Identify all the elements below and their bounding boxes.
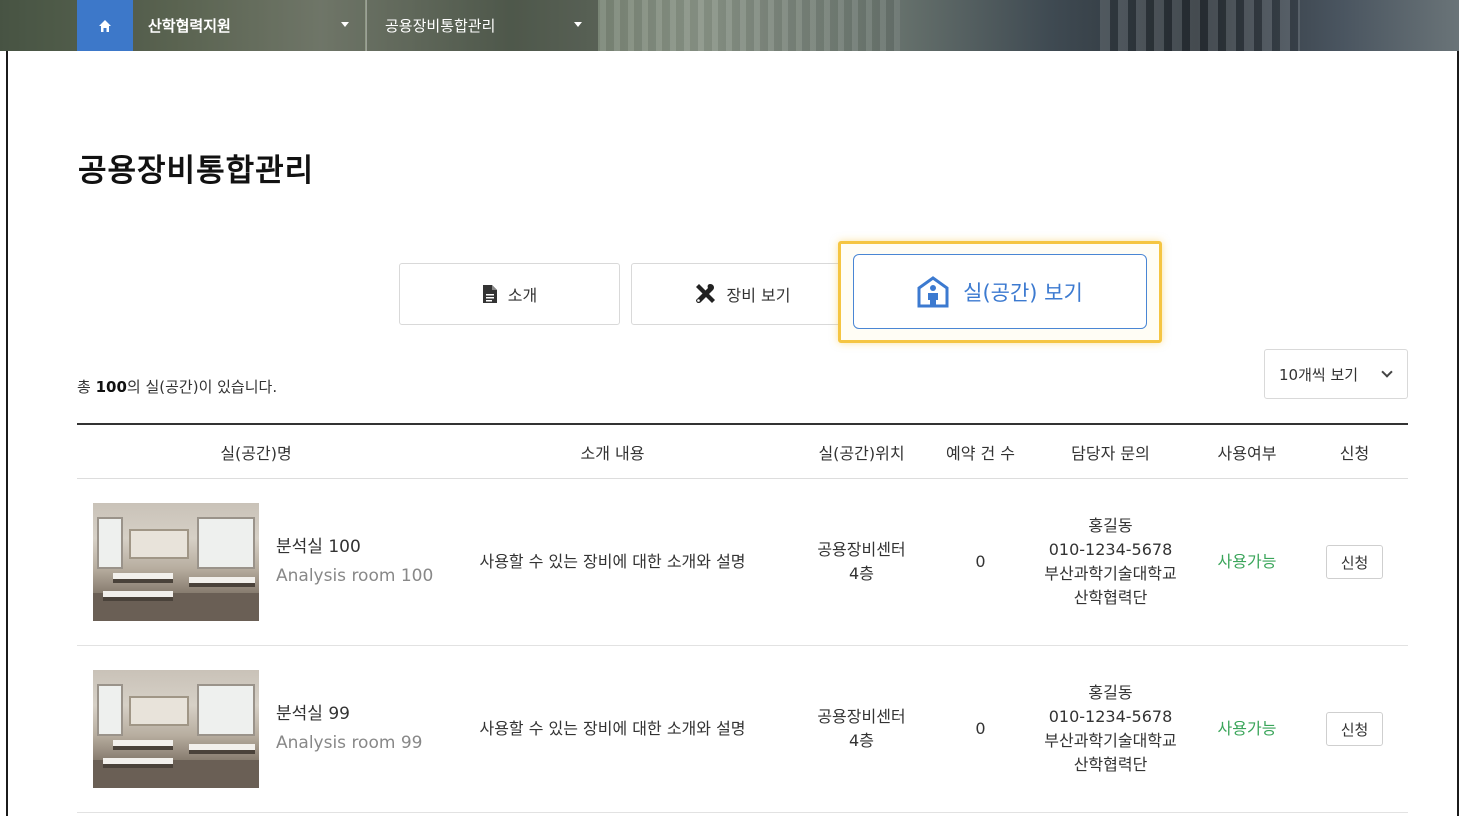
thumb-detail xyxy=(197,684,255,736)
column-header: 사용여부 xyxy=(1217,444,1277,463)
location-line: 공용장비센터 xyxy=(817,540,906,559)
breadcrumb-equipment[interactable]: 공용장비통합관리 xyxy=(366,0,598,51)
apply-button[interactable]: 신청 xyxy=(1326,712,1383,746)
banner-texture xyxy=(600,0,900,51)
column-header: 소개 내용 xyxy=(580,444,645,463)
contact-info: 홍길동 010-1234-5678 부산과학기술대학교 산학협력단 xyxy=(1028,646,1193,812)
column-header: 실(공간)위치 xyxy=(818,444,905,463)
room-description: 사용할 수 있는 장비에 대한 소개와 설명 xyxy=(479,719,746,738)
caret-down-icon xyxy=(574,22,582,27)
tab-label: 실(공간) 보기 xyxy=(963,280,1083,305)
frame-border xyxy=(6,51,8,816)
thumb-detail xyxy=(113,573,173,583)
column-header: 실(공간)명 xyxy=(220,444,292,463)
home-button[interactable] xyxy=(77,0,133,51)
location-line: 4층 xyxy=(849,731,874,750)
page-title: 공용장비통합관리 xyxy=(78,153,315,189)
column-header: 담당자 문의 xyxy=(1071,444,1150,463)
table-header: 실(공간)명 소개 내용 실(공간)위치 예약 건 수 담당자 문의 사용여부 … xyxy=(77,423,1408,479)
top-banner: 산학협력지원 공용장비통합관리 xyxy=(0,0,1459,51)
apply-cell: 신청 xyxy=(1301,479,1408,645)
caret-down-icon xyxy=(341,22,349,27)
count-suffix: 의 실(공간)이 있습니다. xyxy=(126,378,278,396)
table-row: 분석실 99 Analysis room 99 사용할 수 있는 장비에 대한 … xyxy=(77,646,1408,813)
table-row: 분석실 100 Analysis room 100 사용할 수 있는 장비에 대… xyxy=(77,479,1408,646)
count-prefix: 총 xyxy=(77,378,96,396)
status-badge: 사용가능 xyxy=(1217,552,1277,571)
contact-name: 홍길동 xyxy=(1088,683,1133,702)
home-icon xyxy=(99,19,111,32)
breadcrumb-label: 산학협력지원 xyxy=(148,17,231,35)
tools-icon xyxy=(695,284,715,304)
contact-org: 부산과학기술대학교 xyxy=(1044,731,1177,750)
thumb-detail xyxy=(129,696,189,726)
thumb-detail xyxy=(97,684,123,736)
breadcrumb-support[interactable]: 산학협력지원 xyxy=(133,0,365,51)
thumb-detail xyxy=(103,758,173,768)
apply-cell: 신청 xyxy=(1301,646,1408,812)
page-size-value: 10개씩 보기 xyxy=(1279,365,1359,384)
banner-texture xyxy=(1100,0,1300,51)
room-location: 공용장비센터 4층 xyxy=(790,646,933,812)
breadcrumb-label: 공용장비통합관리 xyxy=(385,17,496,35)
column-header: 예약 건 수 xyxy=(945,444,1016,463)
result-count: 총 100의 실(공간)이 있습니다. xyxy=(77,376,277,397)
page-size-select[interactable]: 10개씩 보기 xyxy=(1264,349,1408,399)
thumb-detail xyxy=(97,517,123,569)
room-name-ko[interactable]: 분석실 100 xyxy=(276,533,433,561)
room-name-en: Analysis room 99 xyxy=(276,733,423,753)
location-line: 공용장비센터 xyxy=(817,707,906,726)
chevron-down-icon xyxy=(1381,366,1393,378)
thumb-detail xyxy=(129,529,189,559)
room-name-ko[interactable]: 분석실 99 xyxy=(276,700,422,728)
contact-phone: 010-1234-5678 xyxy=(1048,540,1173,559)
room-name-cell[interactable]: 분석실 100 Analysis room 100 xyxy=(77,479,435,645)
tab-rooms[interactable]: 실(공간) 보기 xyxy=(853,254,1147,329)
room-thumbnail[interactable] xyxy=(93,503,259,621)
room-name-cell[interactable]: 분석실 99 Analysis room 99 xyxy=(77,646,435,812)
tab-intro[interactable]: 소개 xyxy=(399,263,620,325)
room-description: 사용할 수 있는 장비에 대한 소개와 설명 xyxy=(479,552,746,571)
reservation-count: 0 xyxy=(975,552,986,571)
count-value: 100 xyxy=(95,378,127,396)
contact-phone: 010-1234-5678 xyxy=(1048,707,1173,726)
tab-label: 소개 xyxy=(507,286,538,305)
thumb-detail xyxy=(197,517,255,569)
contact-name: 홍길동 xyxy=(1088,516,1133,535)
room-location: 공용장비센터 4층 xyxy=(790,479,933,645)
status-badge: 사용가능 xyxy=(1217,719,1277,738)
thumb-detail xyxy=(189,577,255,587)
room-thumbnail[interactable] xyxy=(93,670,259,788)
contact-dept: 산학협력단 xyxy=(1073,755,1148,774)
thumb-detail xyxy=(103,591,173,601)
tab-equipment[interactable]: 장비 보기 xyxy=(631,263,852,325)
contact-info: 홍길동 010-1234-5678 부산과학기술대학교 산학협력단 xyxy=(1028,479,1193,645)
column-header: 신청 xyxy=(1339,444,1370,463)
reservation-count: 0 xyxy=(975,719,986,738)
thumb-detail xyxy=(113,740,173,750)
contact-org: 부산과학기술대학교 xyxy=(1044,564,1177,583)
room-person-icon xyxy=(917,275,949,307)
document-icon xyxy=(482,285,497,303)
location-line: 4층 xyxy=(849,564,874,583)
contact-dept: 산학협력단 xyxy=(1073,588,1148,607)
banner-texture xyxy=(0,0,80,51)
apply-button[interactable]: 신청 xyxy=(1326,545,1383,579)
room-name-en: Analysis room 100 xyxy=(276,566,434,586)
thumb-detail xyxy=(189,744,255,754)
rooms-table: 실(공간)명 소개 내용 실(공간)위치 예약 건 수 담당자 문의 사용여부 … xyxy=(77,423,1408,813)
tab-label: 장비 보기 xyxy=(726,286,791,305)
